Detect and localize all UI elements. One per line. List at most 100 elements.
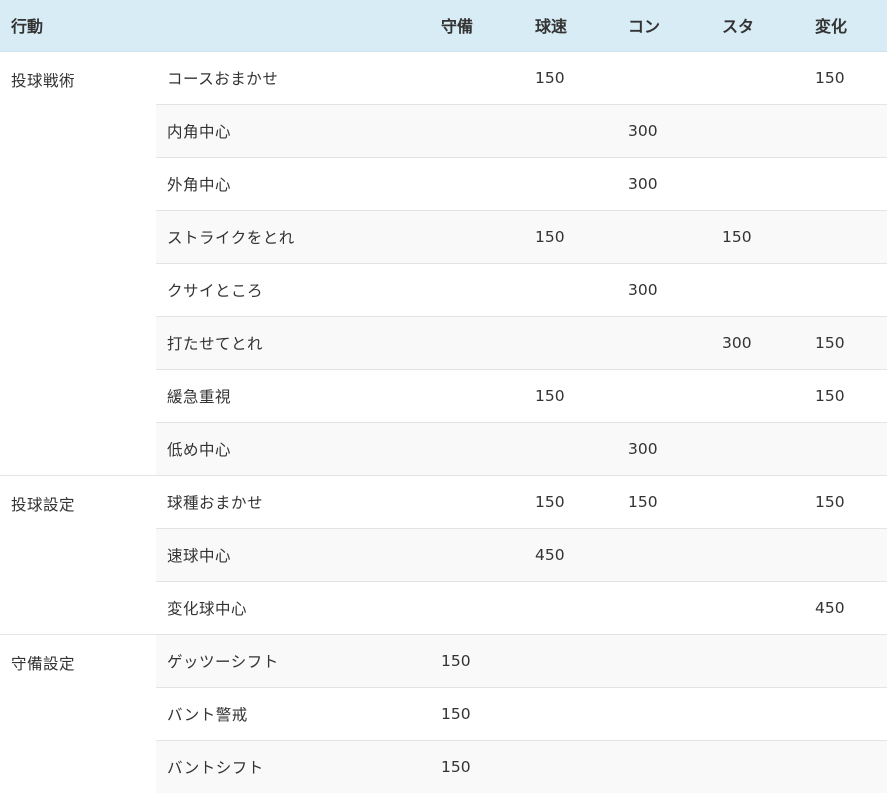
action-cell: 速球中心 (156, 527, 430, 581)
defense-value (430, 50, 524, 104)
control-value (617, 633, 711, 687)
stamina-value (711, 739, 804, 793)
stamina-value (711, 156, 804, 210)
control-value (617, 368, 711, 422)
action-cell: 打たせてとれ (156, 315, 430, 369)
table-row: 投球設定 球種おまかせ 150 150 150 (0, 474, 887, 634)
header-blank (156, 0, 430, 52)
breaking-value (804, 421, 887, 475)
breaking-value (804, 527, 887, 581)
velocity-value: 150 (524, 368, 617, 422)
stamina-value (711, 580, 804, 634)
header-action: 行動 (0, 0, 156, 52)
velocity-value: 450 (524, 527, 617, 581)
header-row: 行動 守備 球速 コン スタ 変化 (0, 0, 887, 52)
category-cell: 投球戦術 (0, 50, 156, 475)
velocity-value (524, 262, 617, 316)
control-value (617, 50, 711, 104)
stamina-value (711, 50, 804, 104)
defense-value (430, 368, 524, 422)
control-value (617, 580, 711, 634)
breaking-value: 150 (804, 315, 887, 369)
action-cell: ストライクをとれ (156, 209, 430, 263)
action-cell: クサイところ (156, 262, 430, 316)
velocity-value (524, 686, 617, 740)
category-cell: 守備設定 (0, 633, 156, 793)
control-value (617, 315, 711, 369)
stamina-value (711, 633, 804, 687)
stamina-value: 150 (711, 209, 804, 263)
defense-value: 150 (430, 633, 524, 687)
defense-value (430, 474, 524, 528)
defense-value (430, 421, 524, 475)
breaking-value: 150 (804, 474, 887, 528)
breaking-value (804, 209, 887, 263)
velocity-value (524, 580, 617, 634)
control-value: 300 (617, 262, 711, 316)
velocity-value (524, 739, 617, 793)
control-value (617, 739, 711, 793)
breaking-value (804, 262, 887, 316)
breaking-value: 150 (804, 50, 887, 104)
category-cell: 投球設定 (0, 474, 156, 634)
breaking-value (804, 633, 887, 687)
action-cell: 変化球中心 (156, 580, 430, 634)
stamina-value (711, 474, 804, 528)
velocity-value (524, 421, 617, 475)
stamina-value: 300 (711, 315, 804, 369)
control-value: 300 (617, 156, 711, 210)
action-cell: ゲッツーシフト (156, 633, 430, 687)
velocity-value (524, 633, 617, 687)
header-defense: 守備 (430, 0, 524, 52)
defense-value (430, 527, 524, 581)
action-cell: コースおまかせ (156, 50, 430, 104)
stats-table: 行動 守備 球速 コン スタ 変化 投球戦術 コースおまかせ 150 150 内角中心 3… (0, 0, 887, 793)
header-breaking: 変化 (804, 0, 887, 52)
table-header: 行動 守備 球速 コン スタ 変化 (0, 0, 887, 52)
control-value: 300 (617, 421, 711, 475)
stamina-value (711, 368, 804, 422)
header-stamina: スタ (711, 0, 804, 52)
table-body: 投球戦術 コースおまかせ 150 150 内角中心 300 外角中心 300 ストライクをとれ 1… (0, 50, 887, 793)
defense-value: 150 (430, 739, 524, 793)
breaking-value (804, 156, 887, 210)
action-cell: 外角中心 (156, 156, 430, 210)
stamina-value (711, 262, 804, 316)
velocity-value: 150 (524, 474, 617, 528)
defense-value (430, 209, 524, 263)
breaking-value (804, 686, 887, 740)
defense-value (430, 262, 524, 316)
action-cell: バントシフト (156, 739, 430, 793)
breaking-value: 450 (804, 580, 887, 634)
action-cell: 球種おまかせ (156, 474, 430, 528)
action-cell: 緩急重視 (156, 368, 430, 422)
header-control: コン (617, 0, 711, 52)
breaking-value: 150 (804, 368, 887, 422)
stamina-value (711, 103, 804, 157)
table-row: 投球戦術 コースおまかせ 150 150 (0, 50, 887, 475)
velocity-value (524, 315, 617, 369)
velocity-value (524, 103, 617, 157)
stamina-value (711, 421, 804, 475)
velocity-value: 150 (524, 209, 617, 263)
action-cell: 内角中心 (156, 103, 430, 157)
control-value: 300 (617, 103, 711, 157)
control-value (617, 209, 711, 263)
defense-value (430, 103, 524, 157)
control-value (617, 686, 711, 740)
velocity-value (524, 156, 617, 210)
stamina-value (711, 527, 804, 581)
defense-value (430, 156, 524, 210)
stamina-value (711, 686, 804, 740)
control-value (617, 527, 711, 581)
control-value: 150 (617, 474, 711, 528)
breaking-value (804, 739, 887, 793)
action-cell: バント警戒 (156, 686, 430, 740)
table-row: 守備設定 ゲッツーシフト 150 (0, 633, 887, 793)
defense-value (430, 580, 524, 634)
defense-value (430, 315, 524, 369)
action-cell: 低め中心 (156, 421, 430, 475)
breaking-value (804, 103, 887, 157)
velocity-value: 150 (524, 50, 617, 104)
header-velocity: 球速 (524, 0, 617, 52)
